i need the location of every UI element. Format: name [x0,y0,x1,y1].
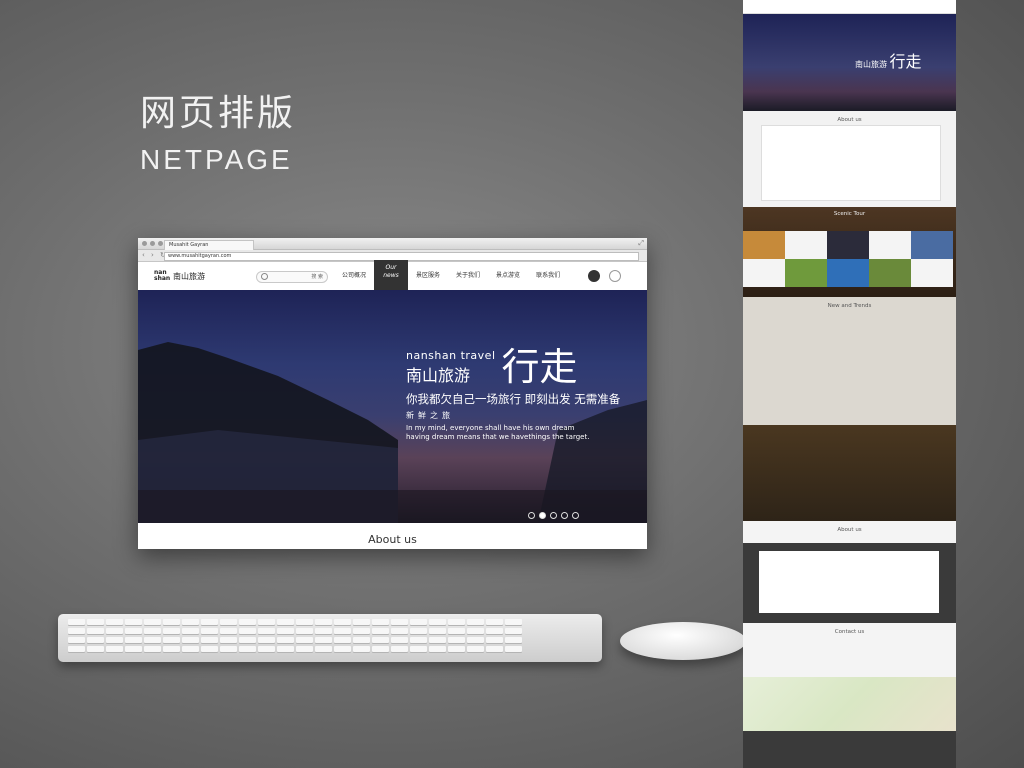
expand-icon[interactable]: ⤢ [638,239,644,248]
hero-english: In my mind, everyone shall have his own … [406,424,590,441]
preview-scenic-title: Scenic Tour [833,211,866,217]
preview-about-2: About us [743,521,956,543]
scenic-tile[interactable] [869,231,911,259]
preview-map [743,677,956,731]
nav-item-our-news[interactable]: Our news [374,260,409,292]
key-row [68,619,522,625]
key-row [68,646,522,652]
search-button[interactable]: 搜 索 [311,273,323,280]
scenic-tile[interactable] [785,231,827,259]
slider-dot[interactable] [550,512,557,519]
preview-news-title: New and Trends [827,303,872,309]
hero-cn-title: 南山旅游 [406,366,471,385]
key-row [68,637,522,643]
about-heading: About us [368,533,417,546]
site-logo[interactable]: nan shan 南山旅游 [154,270,205,282]
preview-profile-card [759,551,939,613]
preview-our-scenic [743,425,956,521]
headline-cn: 网页排版 [140,93,297,134]
minimize-dot[interactable] [150,241,155,246]
about-section: About us [138,523,647,549]
scenic-tile[interactable] [827,259,869,287]
scenic-tile[interactable] [827,231,869,259]
close-dot[interactable] [142,241,147,246]
key-row [68,628,522,634]
window-controls[interactable] [142,241,163,246]
browser-titlebar: Musahit Gayran ⤢ [138,238,647,250]
nav-item-company[interactable]: 公司概况 [334,262,374,290]
hero-tagline: 新鲜之旅 [406,411,454,420]
main-nav: 公司概况 Our news 景区服务 关于我们 景点游览 联系我们 [334,260,568,292]
nav-icons [588,270,621,282]
hero-text: nanshan travel 南山旅游 行走 你我都欠自己一场旅行 即刻出发 无… [406,348,620,442]
preview-footer [743,731,956,768]
logo-text: 南山旅游 [173,271,205,281]
long-page-preview: 南山旅游 行走 About us Scenic Tour New and Tre… [743,0,956,768]
slider-dots [528,512,579,519]
nav-item-contact[interactable]: 联系我们 [528,262,568,290]
keyboard [58,614,602,662]
scenic-tile[interactable] [743,259,785,287]
hero-banner: nanshan travel 南山旅游 行走 你我都欠自己一场旅行 即刻出发 无… [138,290,647,523]
hero-en-title: nanshan travel [406,349,496,362]
scenic-tile[interactable] [869,259,911,287]
preview-contact-title: Contact us [834,629,865,635]
preview-nav [743,0,956,14]
preview-about-title: About us [837,117,862,123]
preview-about-card [761,125,941,201]
scenic-tile[interactable] [911,231,953,259]
nav-item-services[interactable]: 景区服务 [408,262,448,290]
mouse [620,622,746,660]
nav-item-tour[interactable]: 景点游览 [488,262,528,290]
scenic-tile[interactable] [911,259,953,287]
hero-subtitle: 你我都欠自己一场旅行 即刻出发 无需准备 [406,392,621,406]
hero-big-title: 行走 [501,345,578,389]
headline-en: NETPAGE [140,144,293,175]
maximize-dot[interactable] [158,241,163,246]
slider-dot[interactable] [561,512,568,519]
slider-dot[interactable] [539,512,546,519]
slider-dot[interactable] [528,512,535,519]
browser-window: Musahit Gayran ⤢ ‹ › ↻ www.musahitgayran… [138,238,647,549]
preview-scenic: Scenic Tour [743,207,956,297]
logo-mark: nan shan [154,269,171,282]
slider-dot[interactable] [572,512,579,519]
scenic-tile[interactable] [743,231,785,259]
headline: 网页排版 NETPAGE [140,92,296,176]
preview-about: About us [743,111,956,207]
browser-tab[interactable]: Musahit Gayran [164,240,254,250]
user-icon[interactable] [609,270,621,282]
preview-hero-title: 南山旅游 行走 [855,52,922,71]
preview-profile [743,543,956,623]
scenic-tile[interactable] [785,259,827,287]
preview-about-2-title: About us [837,527,862,533]
preview-news: New and Trends [743,297,956,425]
site-header: nan shan 南山旅游 搜 索 公司概况 Our news 景区服务 关于我们… [138,260,647,292]
home-icon[interactable] [588,270,600,282]
preview-hero: 南山旅游 行走 [743,14,956,111]
search-input[interactable]: 搜 索 [256,271,328,283]
preview-contact: Contact us [743,623,956,731]
search-icon [261,273,268,280]
nav-item-about[interactable]: 关于我们 [448,262,488,290]
